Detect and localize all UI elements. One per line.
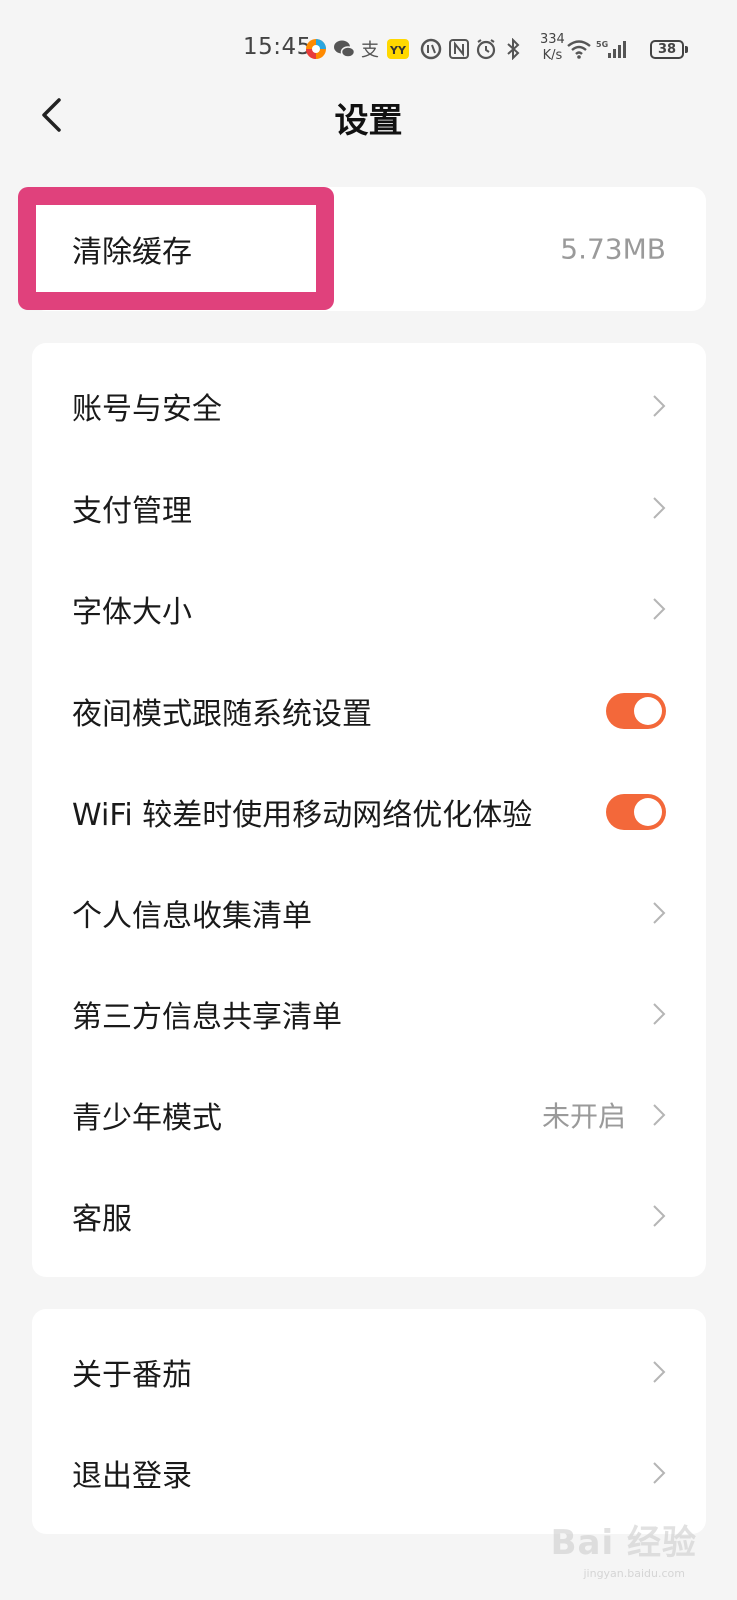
- net-speed: 334 K/s: [540, 32, 565, 64]
- chevron-right-icon: [653, 1462, 666, 1484]
- net-speed-unit: K/s: [542, 48, 563, 63]
- cache-card: 清除缓存 5.73MB: [32, 187, 706, 311]
- alarm-icon: [476, 39, 496, 60]
- svg-text:支: 支: [361, 40, 379, 60]
- settings-item-label: 夜间模式跟随系统设置: [72, 697, 372, 732]
- alipay-icon: 支: [361, 40, 379, 60]
- settings-item-label: 字体大小: [72, 595, 192, 630]
- settings-item-customer-service[interactable]: 客服: [32, 1165, 706, 1267]
- settings-item-font-size[interactable]: 字体大小: [32, 558, 706, 660]
- watermark-url: jingyan.baidu.com: [583, 1567, 685, 1580]
- chevron-right-icon: [653, 497, 666, 519]
- settings-item-label: 客服: [72, 1202, 132, 1237]
- settings-item-label: WiFi 较差时使用移动网络优化体验: [72, 798, 533, 833]
- network-type: 5G: [596, 40, 608, 49]
- clear-cache-row[interactable]: 清除缓存 5.73MB: [32, 198, 706, 300]
- settings-item-label: 退出登录: [72, 1459, 192, 1494]
- night-mode-toggle[interactable]: [606, 693, 666, 729]
- clear-cache-label: 清除缓存: [72, 235, 192, 270]
- yy-icon: YY: [387, 39, 409, 59]
- status-time: 15:45: [243, 34, 312, 60]
- svg-text:YY: YY: [389, 44, 407, 57]
- watermark: Bai 经验: [550, 1523, 697, 1563]
- chevron-right-icon: [653, 1003, 666, 1025]
- wifi-icon: [567, 40, 591, 59]
- settings-item-night-mode: 夜间模式跟随系统设置: [32, 660, 706, 762]
- net-speed-value: 334: [540, 32, 565, 47]
- settings-item-label: 支付管理: [72, 494, 192, 529]
- settings-item-label: 关于番茄: [72, 1358, 192, 1393]
- teen-mode-status: 未开启: [541, 1100, 626, 1133]
- toggle-knob: [634, 798, 662, 826]
- chevron-right-icon: [653, 395, 666, 417]
- page-title: 设置: [334, 101, 403, 141]
- cache-size-value: 5.73MB: [560, 232, 666, 266]
- settings-item-label: 账号与安全: [72, 392, 222, 427]
- settings-item-label: 第三方信息共享清单: [72, 1000, 342, 1035]
- chevron-right-icon: [653, 1205, 666, 1227]
- settings-item-teen-mode[interactable]: 青少年模式 未开启: [32, 1064, 706, 1166]
- signal-icon: 5G: [596, 40, 626, 58]
- chevron-right-icon: [653, 598, 666, 620]
- settings-item-about[interactable]: 关于番茄: [32, 1321, 706, 1423]
- nfc-icon: [449, 39, 469, 59]
- settings-item-personal-info-list[interactable]: 个人信息收集清单: [32, 862, 706, 964]
- settings-item-label: 个人信息收集清单: [72, 899, 312, 934]
- chevron-right-icon: [653, 902, 666, 924]
- status-bar: 15:45 支 YY 334 K/s 5G 38: [0, 0, 737, 90]
- toggle-knob: [634, 697, 662, 725]
- app-icon: [306, 39, 326, 59]
- bluetooth-icon: [507, 38, 520, 60]
- settings-item-payment[interactable]: 支付管理: [32, 457, 706, 559]
- chevron-right-icon: [653, 1104, 666, 1126]
- battery-indicator: 38: [650, 40, 688, 59]
- wechat-icon: [334, 40, 355, 58]
- about-card: 关于番茄 退出登录: [32, 1309, 706, 1534]
- settings-item-account-security[interactable]: 账号与安全: [32, 355, 706, 457]
- battery-saver-icon: [420, 38, 442, 60]
- settings-card: 账号与安全 支付管理 字体大小 夜间模式跟随系统设置 WiFi 较差时使用移动网…: [32, 343, 706, 1277]
- settings-item-logout[interactable]: 退出登录: [32, 1422, 706, 1524]
- settings-item-third-party-list[interactable]: 第三方信息共享清单: [32, 963, 706, 1065]
- chevron-right-icon: [653, 1361, 666, 1383]
- settings-item-wifi-optimize: WiFi 较差时使用移动网络优化体验: [32, 761, 706, 863]
- settings-item-label: 青少年模式: [72, 1101, 222, 1136]
- wifi-optimize-toggle[interactable]: [606, 794, 666, 830]
